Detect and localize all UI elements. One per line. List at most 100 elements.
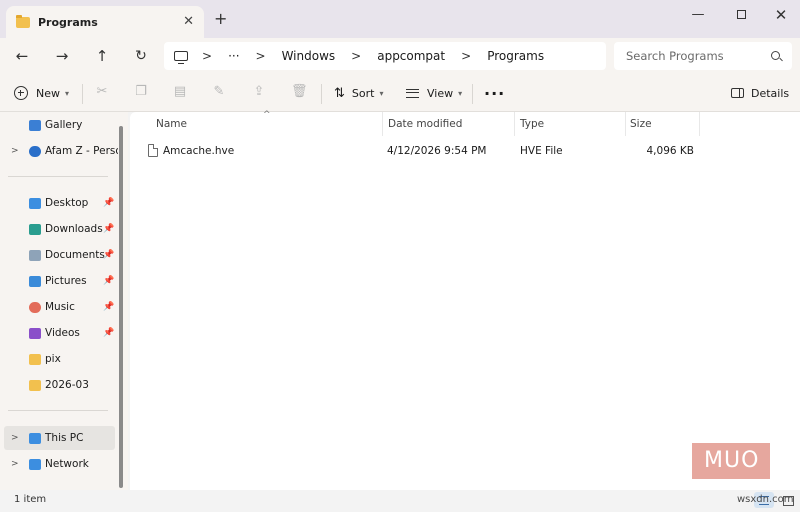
site-watermark: wsxdn.com <box>737 494 794 505</box>
navigation-pane: Gallery > Afam Z - Person Desktop 📌 Down… <box>0 112 128 490</box>
column-header-type[interactable]: Type <box>512 112 624 136</box>
sidebar-item-2026-03[interactable]: 2026-03 <box>0 373 118 397</box>
up-button[interactable]: ↑ <box>90 44 114 68</box>
pin-icon: 📌 <box>103 198 115 208</box>
cut-icon[interactable]: ✂ <box>95 85 109 99</box>
sidebar-item-network[interactable]: > Network <box>0 452 118 476</box>
sidebar-item-desktop[interactable]: Desktop 📌 <box>0 191 118 215</box>
minimize-button[interactable]: — <box>683 4 713 26</box>
view-label: View <box>427 86 454 100</box>
column-header-name[interactable]: Name <box>148 112 383 136</box>
refresh-button[interactable]: ↻ <box>129 44 153 68</box>
videos-icon <box>29 327 41 339</box>
delete-icon[interactable]: 🗑 <box>291 85 308 99</box>
copy-icon[interactable]: ❐ <box>134 85 148 99</box>
folder-icon <box>29 379 41 391</box>
pin-icon: 📌 <box>103 224 115 234</box>
breadcrumb-separator: > <box>255 49 266 63</box>
sidebar-item-onedrive[interactable]: > Afam Z - Person <box>0 139 118 163</box>
gallery-icon <box>29 119 41 131</box>
address-row: ← → ↑ ↻ > ··· > Windows > appcompat > Pr… <box>0 38 800 74</box>
desktop-icon <box>29 197 41 209</box>
search-icon <box>771 51 780 60</box>
expand-arrow-icon[interactable]: > <box>11 146 19 156</box>
breadcrumb-separator: > <box>202 49 213 63</box>
tab-title: Programs <box>38 15 98 29</box>
chevron-down-icon: ▾ <box>458 88 463 98</box>
sidebar-scrollbar[interactable] <box>119 126 123 488</box>
new-label: New <box>36 86 60 100</box>
paste-icon[interactable]: ▤ <box>173 85 187 99</box>
documents-icon <box>29 249 41 261</box>
close-window-button[interactable]: ✕ <box>766 4 796 26</box>
maximize-icon <box>736 10 746 19</box>
breadcrumb-overflow[interactable]: ··· <box>228 49 239 63</box>
breadcrumb-windows[interactable]: Windows <box>282 49 336 63</box>
item-count: 1 item <box>14 494 47 505</box>
expand-arrow-icon[interactable]: > <box>11 433 19 443</box>
file-date-modified: 4/12/2026 9:54 PM <box>387 145 487 157</box>
sidebar-item-pix[interactable]: pix <box>0 347 118 371</box>
sidebar-item-videos[interactable]: Videos 📌 <box>0 321 118 345</box>
pin-icon: 📌 <box>103 276 115 286</box>
toolbar-divider <box>472 84 473 104</box>
details-pane-button[interactable]: Details <box>731 82 789 104</box>
sidebar-item-pictures[interactable]: Pictures 📌 <box>0 269 118 293</box>
column-header-date-modified[interactable]: Date modified <box>380 112 513 136</box>
new-tab-button[interactable]: + <box>214 9 227 28</box>
plus-icon <box>14 86 28 100</box>
breadcrumb-appcompat[interactable]: appcompat <box>377 49 445 63</box>
pin-icon: 📌 <box>103 250 115 260</box>
expand-arrow-icon[interactable]: > <box>11 459 19 469</box>
sidebar-item-downloads[interactable]: Downloads 📌 <box>0 217 118 241</box>
search-placeholder: Search Programs <box>626 49 724 63</box>
tab-programs[interactable]: Programs ✕ <box>6 6 204 38</box>
view-button[interactable]: View ▾ <box>406 82 462 104</box>
brand-watermark-text: MUO <box>704 448 760 473</box>
breadcrumb-programs[interactable]: Programs <box>487 49 544 63</box>
file-name: Amcache.hve <box>163 145 235 157</box>
computer-icon <box>174 51 188 64</box>
network-icon <box>29 458 41 470</box>
music-icon <box>29 301 41 313</box>
forward-button[interactable]: → <box>50 44 74 68</box>
more-options-button[interactable]: ··· <box>484 82 505 104</box>
status-bar: 1 item <box>0 490 800 512</box>
tab-close-button[interactable]: ✕ <box>183 14 194 29</box>
column-header-size[interactable]: Size <box>622 112 698 136</box>
downloads-icon <box>29 223 41 235</box>
back-button[interactable]: ← <box>10 44 34 68</box>
pin-icon: 📌 <box>103 328 115 338</box>
sidebar-divider <box>8 176 108 177</box>
folder-icon <box>29 353 41 365</box>
chevron-down-icon: ▾ <box>65 88 70 98</box>
sort-button[interactable]: ⇅ Sort ▾ <box>334 82 383 104</box>
file-type: HVE File <box>520 145 563 157</box>
new-button[interactable]: New ▾ <box>14 82 69 104</box>
details-pane-icon <box>731 88 744 98</box>
rename-icon[interactable]: ✎ <box>212 85 226 99</box>
onedrive-icon <box>29 145 41 157</box>
sidebar-item-music[interactable]: Music 📌 <box>0 295 118 319</box>
file-row[interactable]: Amcache.hve 4/12/2026 9:54 PM HVE File 4… <box>130 140 800 162</box>
folder-icon <box>16 14 30 28</box>
file-list: ^ Name Date modified Type Size Amcache.h… <box>130 110 800 490</box>
pictures-icon <box>29 275 41 287</box>
sidebar-divider <box>8 410 108 411</box>
sidebar-item-documents[interactable]: Documents 📌 <box>0 243 118 267</box>
sort-icon: ⇅ <box>334 85 345 101</box>
maximize-button[interactable] <box>726 4 756 26</box>
sidebar-item-gallery[interactable]: Gallery <box>0 113 118 137</box>
breadcrumb-separator: > <box>351 49 362 63</box>
command-bar: New ▾ ✂ ❐ ▤ ✎ ⇪ 🗑 ⇅ Sort ▾ View ▾ ··· De… <box>0 74 800 112</box>
column-divider[interactable] <box>699 112 700 136</box>
pin-icon: 📌 <box>103 302 115 312</box>
file-icon <box>148 144 158 157</box>
sort-label: Sort <box>351 86 375 100</box>
address-bar[interactable]: > ··· > Windows > appcompat > Programs <box>164 42 606 70</box>
search-input[interactable]: Search Programs <box>614 42 792 70</box>
toolbar-divider <box>82 84 83 104</box>
sidebar-item-this-pc[interactable]: > This PC <box>4 426 115 450</box>
breadcrumb-separator: > <box>461 49 472 63</box>
share-icon[interactable]: ⇪ <box>252 85 266 99</box>
